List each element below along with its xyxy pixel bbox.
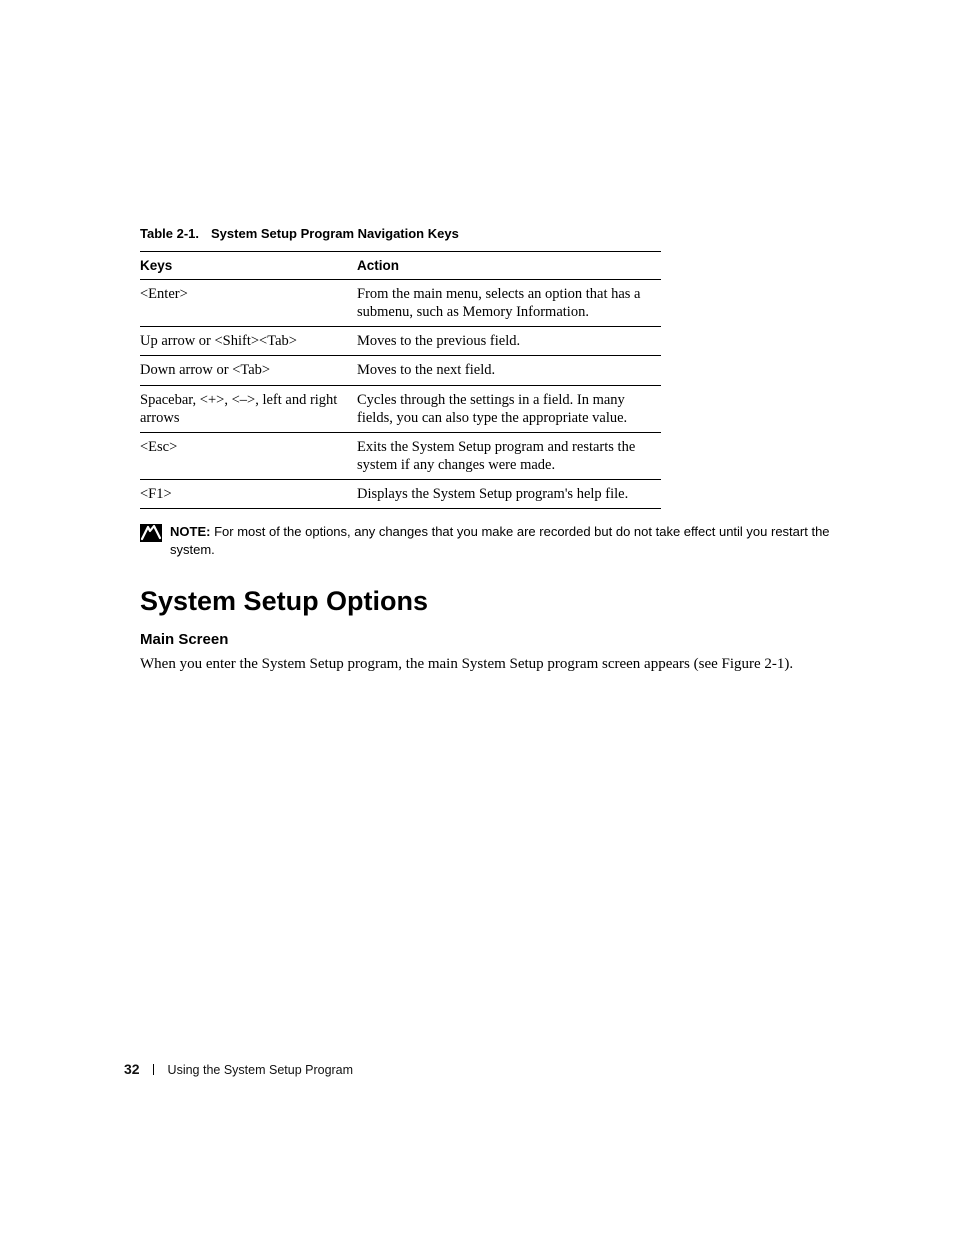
note-icon [140, 524, 162, 542]
page-footer: 32 Using the System Setup Program [124, 1061, 353, 1077]
cell-key: Up arrow or <Shift><Tab> [140, 327, 357, 356]
cell-action: Cycles through the settings in a field. … [357, 385, 661, 432]
cell-key: <Esc> [140, 432, 357, 479]
col-header-action: Action [357, 252, 661, 280]
chapter-title: Using the System Setup Program [168, 1063, 354, 1077]
note-body: For most of the options, any changes tha… [170, 524, 830, 557]
cell-key: <F1> [140, 480, 357, 509]
note-label: NOTE: [170, 524, 210, 539]
cell-key: Down arrow or <Tab> [140, 356, 357, 385]
cell-key: Spacebar, <+>, <–>, left and right arrow… [140, 385, 357, 432]
note-text: NOTE: For most of the options, any chang… [170, 523, 830, 558]
page-number: 32 [124, 1061, 140, 1077]
cell-action: Displays the System Setup program's help… [357, 480, 661, 509]
cell-action: From the main menu, selects an option th… [357, 280, 661, 327]
footer-separator [153, 1064, 154, 1075]
page-content: Table 2-1. System Setup Program Navigatio… [140, 226, 820, 678]
cell-key: <Enter> [140, 280, 357, 327]
table-caption: Table 2-1. System Setup Program Navigatio… [140, 226, 820, 241]
table-row: Spacebar, <+>, <–>, left and right arrow… [140, 385, 661, 432]
navigation-keys-table: Keys Action <Enter> From the main menu, … [140, 251, 661, 509]
table-row: <F1> Displays the System Setup program's… [140, 480, 661, 509]
subsection-heading: Main Screen [140, 631, 820, 648]
table-row: <Enter> From the main menu, selects an o… [140, 280, 661, 327]
col-header-keys: Keys [140, 252, 357, 280]
cell-action: Moves to the previous field. [357, 327, 661, 356]
body-paragraph: When you enter the System Setup program,… [140, 654, 820, 674]
table-title: System Setup Program Navigation Keys [211, 226, 459, 241]
cell-action: Exits the System Setup program and resta… [357, 432, 661, 479]
table-row: <Esc> Exits the System Setup program and… [140, 432, 661, 479]
table-row: Down arrow or <Tab> Moves to the next fi… [140, 356, 661, 385]
table-row: Up arrow or <Shift><Tab> Moves to the pr… [140, 327, 661, 356]
cell-action: Moves to the next field. [357, 356, 661, 385]
table-number: Table 2-1. [140, 226, 199, 241]
note-block: NOTE: For most of the options, any chang… [140, 523, 830, 558]
section-heading: System Setup Options [140, 586, 820, 617]
